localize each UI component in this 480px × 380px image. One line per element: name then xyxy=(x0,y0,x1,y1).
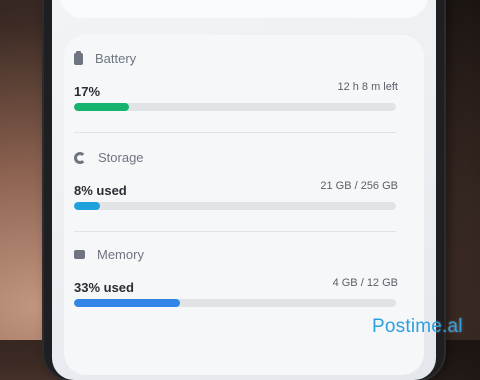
storage-progress-track xyxy=(74,202,396,210)
battery-progress-track xyxy=(74,103,396,111)
memory-progress-fill xyxy=(74,299,181,307)
divider xyxy=(74,132,396,133)
memory-used: 33% used xyxy=(74,280,134,295)
divider xyxy=(74,231,396,232)
storage-amount: 21 GB / 256 GB xyxy=(320,180,398,192)
memory-progress-track xyxy=(74,299,396,307)
battery-header: Battery xyxy=(74,50,137,66)
watermark: Postime.al xyxy=(372,316,463,337)
storage-label: Storage xyxy=(98,150,144,165)
battery-percent: 17% xyxy=(74,84,101,99)
memory-icon xyxy=(74,250,85,259)
device-care-card: Battery 17% 12 h 8 m left Storage 8% use… xyxy=(64,35,424,375)
battery-progress-fill xyxy=(74,103,129,111)
storage-progress-fill xyxy=(74,202,100,210)
top-card xyxy=(60,0,428,18)
battery-time-left: 12 h 8 m left xyxy=(337,81,398,93)
storage-header: Storage xyxy=(74,150,144,165)
battery-icon xyxy=(74,50,83,65)
battery-section[interactable]: Battery 17% 12 h 8 m left xyxy=(64,50,424,141)
storage-used: 8% used xyxy=(74,183,127,198)
memory-label: Memory xyxy=(97,247,144,262)
memory-section[interactable]: Memory 33% used 4 GB / 12 GB xyxy=(64,247,424,337)
battery-label: Battery xyxy=(95,51,137,66)
memory-amount: 4 GB / 12 GB xyxy=(332,277,398,289)
storage-icon xyxy=(74,151,86,164)
storage-section[interactable]: Storage 8% used 21 GB / 256 GB xyxy=(64,150,424,240)
memory-header: Memory xyxy=(74,247,144,262)
